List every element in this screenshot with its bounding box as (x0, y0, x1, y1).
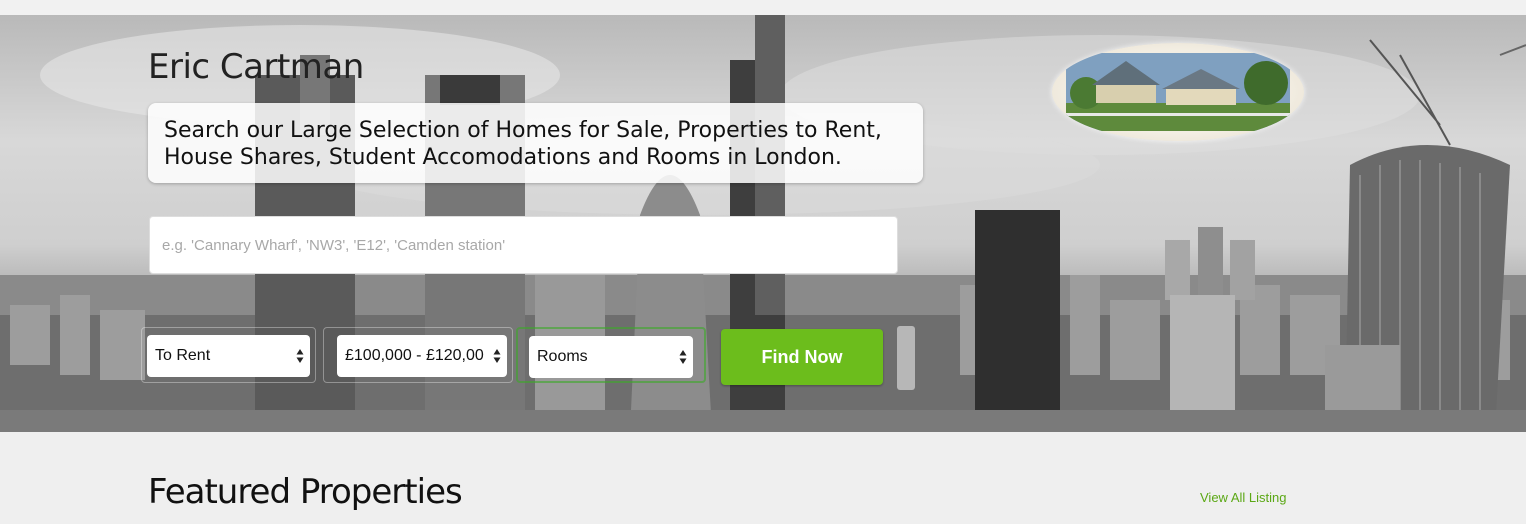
brand-name: Eric Cartman (148, 47, 364, 87)
listing-type-value: To Rent (155, 347, 211, 364)
updown-arrows-icon (296, 349, 304, 363)
find-now-button[interactable]: Find Now (721, 329, 883, 385)
hero-banner: Eric Cartman Search our Large Selection … (0, 15, 1526, 432)
listing-type-wrapper: To Rent (141, 327, 316, 383)
tagline-panel: Search our Large Selection of Homes for … (148, 103, 923, 183)
property-type-value: Rooms (537, 348, 588, 365)
top-strip (0, 0, 1526, 15)
house-logo-image (1066, 53, 1290, 131)
updown-arrows-icon (493, 349, 501, 363)
house-logo[interactable] (1052, 43, 1304, 141)
price-range-select[interactable]: £100,000 - £120,00 (337, 335, 507, 377)
property-type-wrapper: Rooms (516, 327, 706, 383)
listing-type-select[interactable]: To Rent (147, 335, 310, 377)
location-search-input[interactable] (149, 216, 898, 274)
featured-properties-heading: Featured Properties (148, 472, 463, 512)
property-type-select[interactable]: Rooms (529, 336, 693, 378)
tagline-text: Search our Large Selection of Homes for … (164, 118, 882, 170)
view-all-listing-link[interactable]: View All Listing (1200, 490, 1286, 505)
price-range-wrapper: £100,000 - £120,00 (323, 327, 513, 383)
updown-arrows-icon (679, 350, 687, 364)
scroll-handle[interactable] (897, 326, 915, 390)
price-range-value: £100,000 - £120,00 (345, 347, 484, 364)
